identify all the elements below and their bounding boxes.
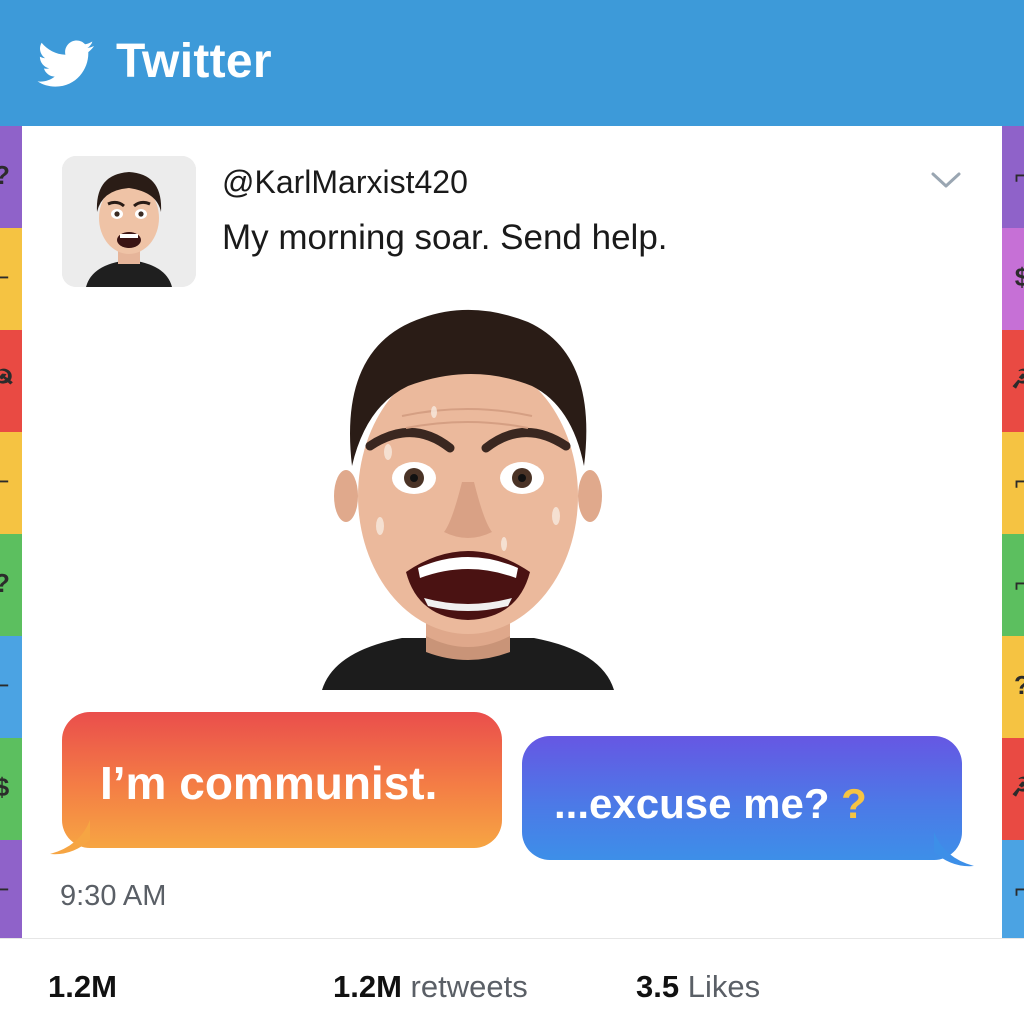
border-tile: ⌐ — [0, 636, 22, 738]
border-tile: ⌐ — [0, 840, 22, 938]
border-tile: ? — [0, 126, 22, 228]
right-border-strip: ⌐ $ ☭ ⌐ ⌐? ☭ ⌐ — [1002, 126, 1024, 938]
question-mark-icon: ? — [841, 780, 867, 827]
retweets-stat[interactable]: 1.2M retweets — [333, 969, 528, 1005]
border-tile: ☭ — [1002, 330, 1024, 432]
border-tile-glyph: ☭ — [0, 364, 15, 394]
border-tile-glyph: ⌐ — [0, 874, 10, 904]
border-tile-glyph: ☭ — [1011, 772, 1024, 802]
retweets-label: retweets — [410, 969, 528, 1004]
message-bubble-right-text: ...excuse me? — [554, 780, 830, 827]
likes-count: 3.5 — [636, 969, 680, 1004]
border-tile-glyph: ⌐ — [1014, 160, 1024, 190]
replies-stat[interactable]: 1.2M — [48, 969, 117, 1005]
tweet-timestamp: 9:30 AM — [60, 880, 167, 912]
likes-stat[interactable]: 3.5 Likes — [636, 969, 760, 1005]
border-tile-glyph: ? — [0, 568, 13, 599]
tweet-handle[interactable]: @KarlMarxist420 — [222, 164, 468, 201]
border-tile-glyph: ⌐ — [0, 262, 10, 292]
border-tile: ⌐ — [1002, 534, 1024, 636]
border-tile-glyph: ⌐ — [1014, 568, 1024, 598]
likes-label: Likes — [687, 969, 761, 1004]
border-tile: ⌐ — [0, 228, 22, 330]
chevron-down-icon[interactable] — [930, 170, 962, 190]
message-bubble-left-text: I’m communist. — [100, 757, 438, 809]
border-tile-glyph: ? — [0, 160, 13, 191]
bubble-tail-left — [50, 820, 90, 855]
app-title: Twitter — [116, 35, 272, 88]
border-tile-glyph: ⌐ — [1014, 874, 1024, 904]
tweet-photo[interactable] — [322, 306, 614, 690]
border-tile: ? — [1002, 636, 1024, 738]
message-bubble-left: I’m communist. — [50, 712, 502, 855]
border-tile: ⌐ — [0, 432, 22, 534]
border-tile-glyph: $ — [1014, 262, 1024, 292]
border-tile: $ — [0, 738, 22, 840]
tweet-stats: 1.2M 1.2M retweets 3.5 Likes — [0, 939, 1024, 1024]
border-tile: ☭ — [0, 330, 22, 432]
border-tile-glyph: $ — [0, 772, 10, 802]
border-tile-glyph: ⌐ — [1014, 466, 1024, 496]
retweets-count: 1.2M — [333, 969, 402, 1004]
avatar-face-image — [62, 156, 196, 287]
border-tile-glyph: ☭ — [1011, 364, 1024, 394]
border-tile: ⌐ — [1002, 840, 1024, 938]
tweet-text: My morning soar. Send help. — [222, 218, 668, 257]
left-border-strip: ? ⌐ ☭ ⌐? ⌐ $ ⌐ — [0, 126, 22, 938]
border-tile: ⌐ — [1002, 432, 1024, 534]
bubble-tail-right — [934, 832, 974, 867]
border-tile: ☭ — [1002, 738, 1024, 840]
border-tile-glyph: ⌐ — [0, 670, 10, 700]
border-tile: ⌐ — [1002, 126, 1024, 228]
app-header: Twitter — [0, 0, 1024, 126]
border-tile-glyph: ? — [1011, 670, 1024, 701]
replies-count: 1.2M — [48, 969, 117, 1004]
border-tile: $ — [1002, 228, 1024, 330]
border-tile-glyph: ⌐ — [0, 466, 10, 496]
avatar[interactable] — [62, 156, 196, 287]
twitter-bird-icon — [37, 40, 94, 87]
border-tile: ? — [0, 534, 22, 636]
message-bubble-right: ...excuse me? ? — [522, 736, 974, 867]
